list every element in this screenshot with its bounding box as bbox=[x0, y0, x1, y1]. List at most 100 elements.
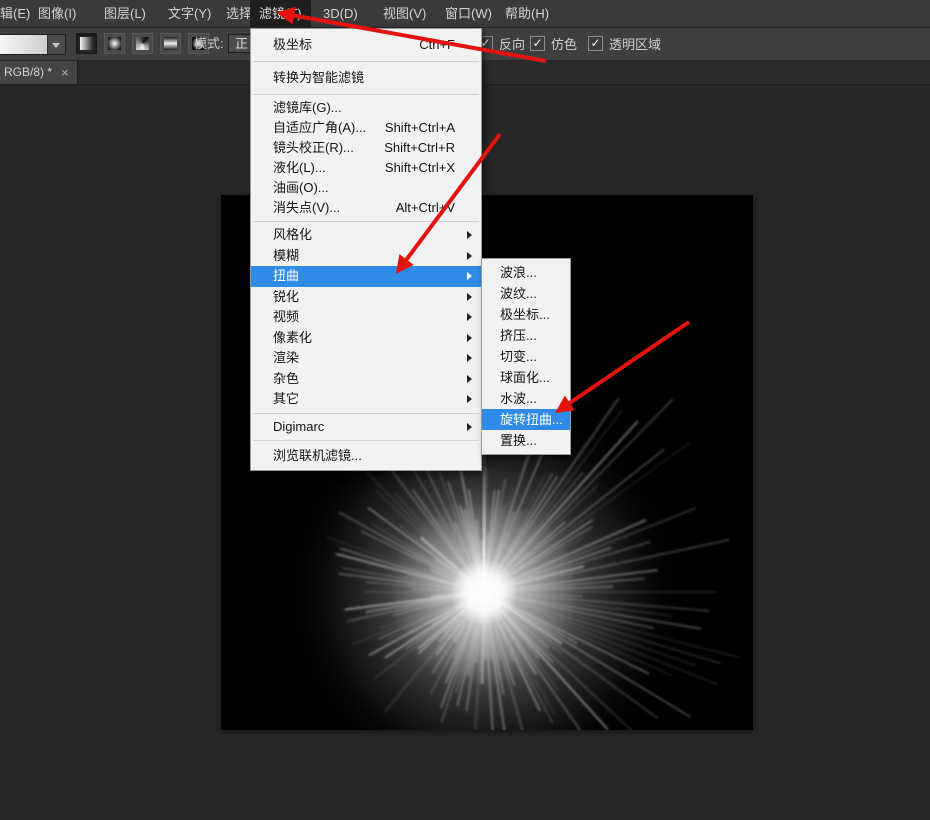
menu-item-label: 镜头校正(R)... bbox=[273, 138, 354, 158]
menubar-item[interactable]: 3D(D) bbox=[323, 0, 358, 27]
filter-menu-item[interactable]: 杂色 bbox=[251, 369, 481, 390]
radial-gradient-button[interactable] bbox=[104, 33, 125, 54]
menu-item-label: 锐化 bbox=[273, 287, 299, 308]
distort-submenu-item[interactable]: 置换... bbox=[482, 430, 570, 451]
filter-menu-item[interactable]: 转换为智能滤镜 bbox=[251, 65, 481, 91]
filter-menu-item[interactable]: 模糊 bbox=[251, 246, 481, 267]
filter-menu-item[interactable]: 镜头校正(R)... Shift+Ctrl+R bbox=[251, 138, 481, 158]
angle-gradient-button[interactable] bbox=[132, 33, 153, 54]
menu-item-label: 切变... bbox=[500, 346, 537, 367]
checkbox-row[interactable]: ✓ 透明区域 bbox=[588, 27, 661, 60]
menu-item-label: 波纹... bbox=[500, 283, 537, 304]
tab-close-icon[interactable]: × bbox=[61, 66, 69, 79]
distort-submenu-item[interactable]: 球面化... bbox=[482, 367, 570, 388]
menubar-item[interactable]: 帮助(H) bbox=[505, 0, 549, 27]
linear-gradient-button[interactable] bbox=[76, 33, 97, 54]
angle-gradient-icon bbox=[136, 37, 149, 50]
distort-submenu-item[interactable]: 极坐标... bbox=[482, 304, 570, 325]
menu-item-label: 挤压... bbox=[500, 325, 537, 346]
menu-item-label: 渲染 bbox=[273, 348, 299, 369]
filter-menu-item[interactable]: 极坐标Ctrl+F bbox=[251, 32, 481, 58]
menu-separator bbox=[253, 61, 479, 62]
document-tab-title: RGB/8) * bbox=[4, 60, 52, 84]
menu-item-label: 转换为智能滤镜 bbox=[273, 65, 364, 91]
menu-item-label: Digimarc bbox=[273, 417, 324, 438]
filter-menu-item[interactable]: 滤镜库(G)... bbox=[251, 98, 481, 118]
filter-menu-item[interactable]: 锐化 bbox=[251, 287, 481, 308]
menubar-item-active[interactable]: 滤镜(T) bbox=[250, 0, 311, 27]
menu-item-label: 扭曲 bbox=[273, 266, 299, 287]
menu-item-label: 杂色 bbox=[273, 369, 299, 390]
filter-menu-item[interactable]: 油画(O)... bbox=[251, 178, 481, 198]
filter-menu-item[interactable]: 浏览联机滤镜... bbox=[251, 444, 481, 467]
menu-item-shortcut: Shift+Ctrl+X bbox=[385, 158, 481, 178]
menubar-item[interactable]: 窗口(W) bbox=[445, 0, 492, 27]
menu-item-label: 油画(O)... bbox=[273, 178, 329, 198]
submenu-arrow-icon bbox=[467, 252, 472, 260]
distort-submenu-item[interactable]: 水波... bbox=[482, 388, 570, 409]
checkbox-icon[interactable]: ✓ bbox=[530, 36, 545, 51]
menu-item-shortcut: Alt+Ctrl+V bbox=[396, 198, 481, 218]
filter-menu-item[interactable]: 液化(L)... Shift+Ctrl+X bbox=[251, 158, 481, 178]
filter-menu-item[interactable]: 自适应广角(A)...Shift+Ctrl+A bbox=[251, 118, 481, 138]
menu-bar: 辑(E)图像(I)图层(L)文字(Y)选择(S)滤镜(T)3D(D)视图(V)窗… bbox=[0, 0, 930, 28]
menubar-item[interactable]: 辑(E) bbox=[0, 0, 30, 27]
checkbox-icon[interactable]: ✓ bbox=[588, 36, 603, 51]
chevron-down-icon bbox=[52, 43, 60, 48]
reflected-gradient-button[interactable] bbox=[160, 33, 181, 54]
submenu-arrow-icon bbox=[467, 293, 472, 301]
distort-submenu: 波浪...波纹...极坐标...挤压...切变...球面化...水波...旋转扭… bbox=[481, 258, 571, 455]
filter-menu-item[interactable]: 渲染 bbox=[251, 348, 481, 369]
distort-submenu-item[interactable]: 挤压... bbox=[482, 325, 570, 346]
checkbox-row[interactable]: ✓反向 bbox=[478, 27, 525, 60]
menu-separator bbox=[253, 440, 479, 441]
menu-item-label: 像素化 bbox=[273, 328, 312, 349]
menu-item-shortcut: Shift+Ctrl+R bbox=[384, 138, 481, 158]
menu-separator bbox=[253, 94, 479, 95]
menu-item-label: 水波... bbox=[500, 388, 537, 409]
menubar-item[interactable]: 图像(I) bbox=[38, 0, 76, 27]
filter-menu-item[interactable]: 视频 bbox=[251, 307, 481, 328]
document-tab[interactable]: RGB/8) * × bbox=[0, 60, 78, 84]
filter-menu-item[interactable]: 消失点(V)... Alt+Ctrl+V bbox=[251, 198, 481, 218]
menubar-item[interactable]: 文字(Y) bbox=[168, 0, 211, 27]
distort-submenu-item[interactable]: 切变... bbox=[482, 346, 570, 367]
filter-menu-item[interactable]: 风格化 bbox=[251, 225, 481, 246]
mode-label: 模式: bbox=[194, 27, 224, 60]
distort-submenu-item[interactable]: 波浪... bbox=[482, 262, 570, 283]
submenu-arrow-icon bbox=[467, 354, 472, 362]
menu-item-label: 消失点(V)... bbox=[273, 198, 340, 218]
submenu-arrow-icon bbox=[467, 231, 472, 239]
menu-item-label: 风格化 bbox=[273, 225, 312, 246]
menu-item-label: 波浪... bbox=[500, 262, 537, 283]
checkbox-label: 透明区域 bbox=[609, 34, 661, 53]
checkbox-row[interactable]: ✓ 仿色 bbox=[530, 27, 577, 60]
distort-submenu-item[interactable]: 旋转扭曲... bbox=[482, 409, 570, 430]
mode-value: 正 bbox=[235, 36, 248, 51]
filter-menu-item[interactable]: Digimarc bbox=[251, 417, 481, 438]
menu-item-label: 视频 bbox=[273, 307, 299, 328]
submenu-arrow-icon bbox=[467, 395, 472, 403]
gradient-preview-swatch[interactable] bbox=[0, 34, 48, 55]
menu-item-shortcut: Shift+Ctrl+A bbox=[385, 118, 481, 138]
checkbox-label: 反向 bbox=[499, 34, 525, 53]
filter-menu-item[interactable]: 其它 bbox=[251, 389, 481, 410]
menu-item-label: 球面化... bbox=[500, 367, 550, 388]
menu-separator bbox=[253, 221, 479, 222]
menu-item-label: 液化(L)... bbox=[273, 158, 326, 178]
menu-separator bbox=[253, 413, 479, 414]
checkbox-label: 仿色 bbox=[551, 34, 577, 53]
submenu-arrow-icon bbox=[467, 423, 472, 431]
submenu-arrow-icon bbox=[467, 334, 472, 342]
radial-gradient-icon bbox=[108, 37, 121, 50]
menubar-item[interactable]: 图层(L) bbox=[104, 0, 146, 27]
filter-menu-item[interactable]: 像素化 bbox=[251, 328, 481, 349]
linear-gradient-icon bbox=[80, 37, 93, 50]
menubar-item[interactable]: 视图(V) bbox=[383, 0, 426, 27]
menu-item-label: 滤镜库(G)... bbox=[273, 98, 342, 118]
gradient-picker-dropdown-button[interactable] bbox=[47, 34, 66, 55]
distort-submenu-item[interactable]: 波纹... bbox=[482, 283, 570, 304]
filter-menu-item[interactable]: 扭曲 bbox=[251, 266, 481, 287]
menu-item-label: 其它 bbox=[273, 389, 299, 410]
submenu-arrow-icon bbox=[467, 272, 472, 280]
